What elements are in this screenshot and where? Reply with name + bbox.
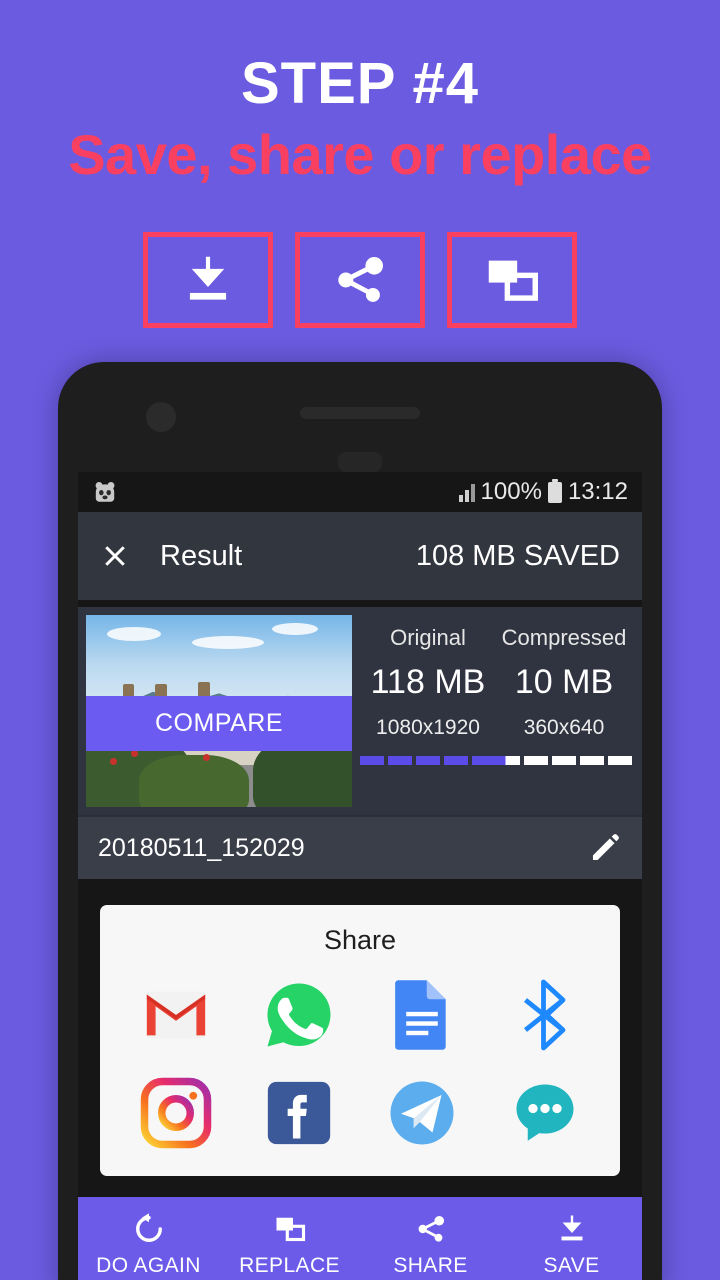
battery-icon [547, 478, 562, 503]
bar-segment [444, 756, 468, 765]
share-icon [418, 1215, 444, 1242]
signal-bars-icon [458, 482, 475, 502]
promo-icon-row [0, 232, 720, 328]
panda-icon [95, 482, 115, 502]
messages-icon [516, 1084, 573, 1141]
photo-bush [139, 754, 250, 807]
photo-cloud [107, 626, 162, 641]
bottom-item-replace[interactable]: REPLACE [219, 1211, 360, 1278]
bottom-action-bar: DO AGAIN REPLACE SHARE SAVE [78, 1197, 642, 1280]
phone-mockup: 100% 13:12 Result 108 MB SAVED COMPARE O… [58, 362, 662, 1280]
bar-segment [388, 756, 412, 765]
whatsapp-icon [267, 983, 330, 1047]
filename-row[interactable]: 20180511_152029 [78, 815, 642, 879]
stat-dimensions: 360x640 [523, 716, 605, 739]
google-docs-icon [394, 980, 446, 1050]
saved-badge: 108 MB SAVED [415, 539, 620, 572]
share-app-telegram[interactable] [381, 1072, 463, 1154]
bottom-item-label: REPLACE [239, 1254, 340, 1277]
share-app-facebook[interactable] [258, 1072, 340, 1154]
phone-screen: 100% 13:12 Result 108 MB SAVED COMPARE O… [78, 472, 642, 1280]
bottom-item-label: DO AGAIN [96, 1254, 201, 1277]
bar-segment [496, 756, 520, 765]
size-bar-original [360, 756, 496, 765]
photo-flower [109, 757, 117, 765]
size-bar-compressed [496, 756, 632, 765]
app-bar: Result 108 MB SAVED [78, 512, 642, 600]
share-sheet-title: Share [323, 925, 397, 955]
bottom-item-do-again[interactable]: DO AGAIN [78, 1211, 219, 1278]
facebook-icon [267, 1081, 330, 1145]
stat-size: 10 MB [514, 663, 614, 701]
bluetooth-icon [523, 979, 565, 1051]
compression-stats: Original 118 MB 1080x1920 Compressed 10 … [360, 607, 642, 815]
clock: 13:12 [567, 478, 628, 505]
save-icon [189, 256, 227, 300]
pencil-icon[interactable] [588, 831, 622, 865]
promo-replace-box [447, 232, 577, 328]
sensor-notch [338, 452, 382, 472]
stat-column-compressed: Compressed 10 MB 360x640 [496, 625, 632, 805]
refresh-icon [135, 1213, 162, 1242]
stat-column-original: Original 118 MB 1080x1920 [360, 625, 496, 805]
share-app-whatsapp[interactable] [258, 974, 340, 1056]
page-subtitle: Save, share or replace [68, 123, 652, 186]
bar-segment [416, 756, 440, 765]
promo-save-box [143, 232, 273, 328]
compare-button[interactable]: COMPARE [86, 695, 352, 752]
share-app-instagram[interactable] [135, 1072, 217, 1154]
bottom-item-share[interactable]: SHARE [360, 1211, 501, 1278]
bar-segment [580, 756, 604, 765]
telegram-icon [390, 1081, 453, 1145]
image-thumbnail[interactable]: COMPARE [86, 615, 352, 807]
bar-segment [552, 756, 576, 765]
close-icon[interactable] [100, 541, 130, 571]
replace-icon [488, 260, 538, 301]
earpiece-speaker [300, 407, 420, 419]
app-bar-title: Result [160, 539, 243, 572]
share-app-bluetooth[interactable] [504, 974, 586, 1056]
status-bar: 100% 13:12 [78, 472, 642, 512]
gmail-icon [146, 991, 205, 1039]
bar-segment [472, 756, 496, 765]
share-icon [338, 257, 383, 302]
instagram-icon [140, 1077, 211, 1149]
bottom-item-save[interactable]: SAVE [501, 1211, 642, 1278]
bar-segment [524, 756, 548, 765]
bottom-item-label: SHARE [393, 1254, 468, 1277]
bar-segment [608, 756, 632, 765]
photo-flower [203, 753, 211, 761]
result-card-top: COMPARE Original 118 MB 1080x1920 Compre… [78, 607, 642, 815]
share-sheet: Share [100, 905, 620, 1176]
stat-size: 118 MB [370, 663, 486, 701]
filename-text: 20180511_152029 [98, 833, 305, 862]
photo-cloud [272, 622, 319, 635]
share-app-gmail[interactable] [135, 974, 217, 1056]
battery-percent: 100% [480, 478, 542, 505]
save-icon [561, 1215, 582, 1241]
bar-segment [360, 756, 384, 765]
status-right-cluster: 100% 13:12 [458, 478, 628, 506]
front-camera-icon [146, 402, 176, 432]
bottom-item-label: SAVE [543, 1254, 600, 1277]
promo-share-box [295, 232, 425, 328]
share-app-google-docs[interactable] [381, 974, 463, 1056]
stat-dimensions: 1080x1920 [376, 716, 480, 739]
share-app-messages[interactable] [504, 1072, 586, 1154]
replace-icon [276, 1217, 305, 1242]
promo-header: STEP #4 Save, share or replace [0, 0, 720, 350]
stat-label: Compressed [501, 625, 627, 650]
result-card: COMPARE Original 118 MB 1080x1920 Compre… [78, 607, 642, 879]
page-title: STEP #4 [240, 51, 480, 116]
stat-label: Original [390, 625, 466, 650]
share-app-grid [114, 974, 606, 1154]
